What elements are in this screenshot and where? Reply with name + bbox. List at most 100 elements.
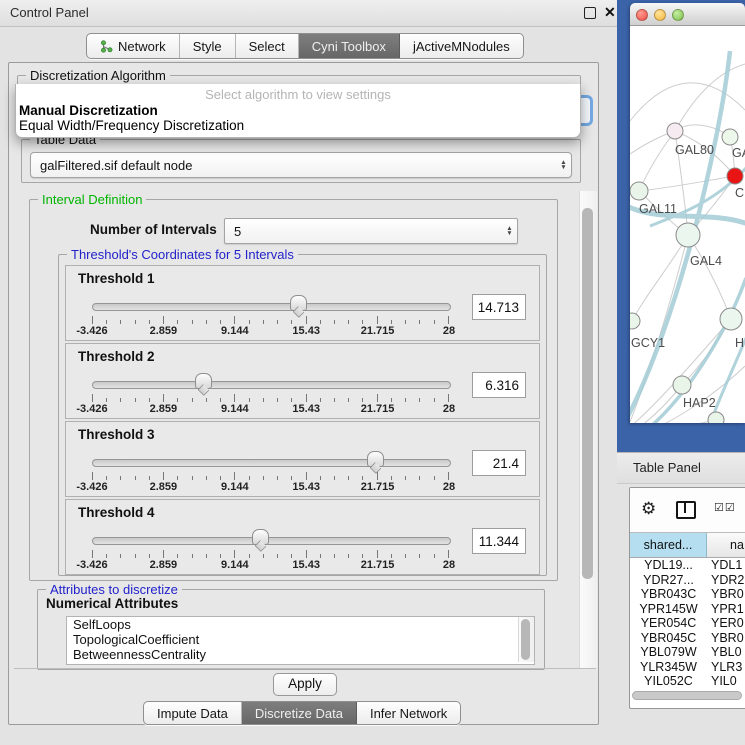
table-horizontal-scrollbar[interactable] [632,691,742,700]
gear-icon[interactable]: ⚙ [641,499,656,519]
table-row[interactable]: YPR145WYPR1 [630,602,745,617]
network-node[interactable] [722,129,738,145]
scale-label: 28 [443,559,455,571]
tab-label: Infer Network [370,706,447,721]
cell[interactable]: YPR1 [707,602,745,617]
slider-thumb[interactable] [252,529,269,545]
table-toolbar: ⚙ ☑☑ [630,488,745,532]
columns-icon[interactable] [676,501,696,519]
scrollbar-thumb[interactable] [582,208,593,579]
cell[interactable]: YER054C [630,616,707,631]
network-canvas[interactable]: GAL80GACGAL11GAL4GCY1HHAP2 [630,26,745,423]
network-node[interactable] [673,376,691,394]
threshold-slider[interactable]: -3.426 2.859 9.144 15.43 21.715 28 [92,294,449,336]
slider-track[interactable] [92,459,451,467]
cell[interactable]: YBR0 [707,631,745,646]
tab-cyni-toolbox[interactable]: Cyni Toolbox [299,34,400,58]
apply-button[interactable]: Apply [273,673,337,696]
slider-thumb[interactable] [290,295,307,311]
popup-item-manual-discretization[interactable]: Manual Discretization [19,103,158,118]
number-of-intervals-combobox[interactable]: 5 ▲▼ [224,218,518,244]
network-node[interactable] [708,412,724,423]
table-row[interactable]: YBL079WYBL0 [630,645,745,660]
threshold-value-field[interactable]: 21.4 [472,450,526,476]
panel-scrollbar[interactable] [579,191,597,668]
close-icon[interactable]: ✕ [604,4,616,21]
network-node[interactable] [630,182,648,200]
table-row[interactable]: YER054CYER0 [630,616,745,631]
tab-select[interactable]: Select [236,34,299,58]
tab-impute-data[interactable]: Impute Data [144,702,242,724]
table-row[interactable]: YDL19...YDL1 [630,558,745,573]
slider-ticks [92,316,449,324]
tab-network[interactable]: Network [87,34,180,58]
cell[interactable]: YIL052C [630,674,707,689]
slider-thumb[interactable] [195,373,212,389]
slider-track[interactable] [92,303,451,311]
cell[interactable]: YDR2 [707,573,745,588]
threshold-panel-3: Threshold 3 -3.426 2.859 9.144 15.43 21.… [65,421,540,497]
cell[interactable]: YER0 [707,616,745,631]
network-node[interactable] [667,123,683,139]
cell[interactable]: YBR045C [630,631,707,646]
column-header-name[interactable]: na [707,533,745,557]
threshold-slider[interactable]: -3.426 2.859 9.144 15.43 21.715 28 [92,450,449,492]
list-scrollbar[interactable] [518,617,534,662]
tab-style[interactable]: Style [180,34,236,58]
network-window[interactable]: GAL80GACGAL11GAL4GCY1HHAP2 [630,3,745,423]
cell[interactable]: YBR0 [707,587,745,602]
cell[interactable]: YDL19... [630,558,707,573]
network-node[interactable] [720,308,742,330]
slider-thumb[interactable] [367,451,384,467]
slider-track[interactable] [92,381,451,389]
threshold-value-field[interactable]: 6.316 [472,372,526,398]
scale-label: 21.715 [361,559,395,571]
node-label: H [735,336,744,350]
close-traffic-light-icon[interactable] [636,9,648,21]
slider-track[interactable] [92,537,451,545]
popup-item-equal-width-frequency[interactable]: Equal Width/Frequency Discretization [19,118,244,133]
minimize-traffic-light-icon[interactable] [654,9,666,21]
list-item[interactable]: BetweennessCentrality [67,647,534,662]
checkbox-icons[interactable]: ☑☑ [714,501,736,514]
cell[interactable]: YDL1 [707,558,745,573]
tab-discretize-data[interactable]: Discretize Data [242,702,357,724]
table-row[interactable]: YBR043CYBR0 [630,587,745,602]
float-window-icon[interactable] [584,7,596,19]
cell[interactable]: YPR145W [630,602,707,617]
threshold-slider[interactable]: -3.426 2.859 9.144 15.43 21.715 28 [92,528,449,570]
table-row[interactable]: YBR045CYBR0 [630,631,745,646]
table-data-group: Table Data galFiltered.sif default node … [21,139,581,183]
threshold-slider[interactable]: -3.426 2.859 9.144 15.43 21.715 28 [92,372,449,414]
cell[interactable]: YLR345W [630,660,707,675]
table-data-combobox[interactable]: galFiltered.sif default node ▲▼ [30,152,572,178]
slider-scale: -3.426 2.859 9.144 15.43 21.715 28 [92,481,449,494]
network-node[interactable] [630,313,640,329]
cell[interactable]: YBL0 [707,645,745,660]
app-root: Control Panel ✕ Network Style Select Cyn… [0,0,745,745]
cell[interactable]: YBR043C [630,587,707,602]
list-item[interactable]: TopologicalCoefficient [67,632,534,647]
network-node[interactable] [727,168,743,184]
zoom-traffic-light-icon[interactable] [672,9,684,21]
tab-jactivemnodules[interactable]: jActiveMNodules [400,34,523,58]
tab-infer-network[interactable]: Infer Network [357,702,460,724]
threshold-value-field[interactable]: 14.713 [472,294,526,320]
cell[interactable]: YDR27... [630,573,707,588]
cell[interactable]: YBL079W [630,645,707,660]
threshold-panel-2: Threshold 2 -3.426 2.859 9.144 15.43 21.… [65,343,540,419]
column-header-shared-name[interactable]: shared... [630,533,707,557]
threshold-value-field[interactable]: 11.344 [472,528,526,554]
threshold-label: Threshold 2 [78,349,155,364]
numerical-attributes-label: Numerical Attributes [46,596,178,611]
table-row[interactable]: YIL052CYIL0 [630,674,745,689]
cell[interactable]: YIL0 [707,674,745,689]
node-label: C [735,186,744,200]
list-item[interactable]: SelfLoops [67,617,534,632]
numerical-attributes-list[interactable]: SelfLoops TopologicalCoefficient Between… [66,616,535,665]
network-node[interactable] [676,223,700,247]
scrollbar-thumb[interactable] [521,619,530,660]
cell[interactable]: YLR3 [707,660,745,675]
table-row[interactable]: YLR345WYLR3 [630,660,745,675]
table-row[interactable]: YDR27...YDR2 [630,573,745,588]
